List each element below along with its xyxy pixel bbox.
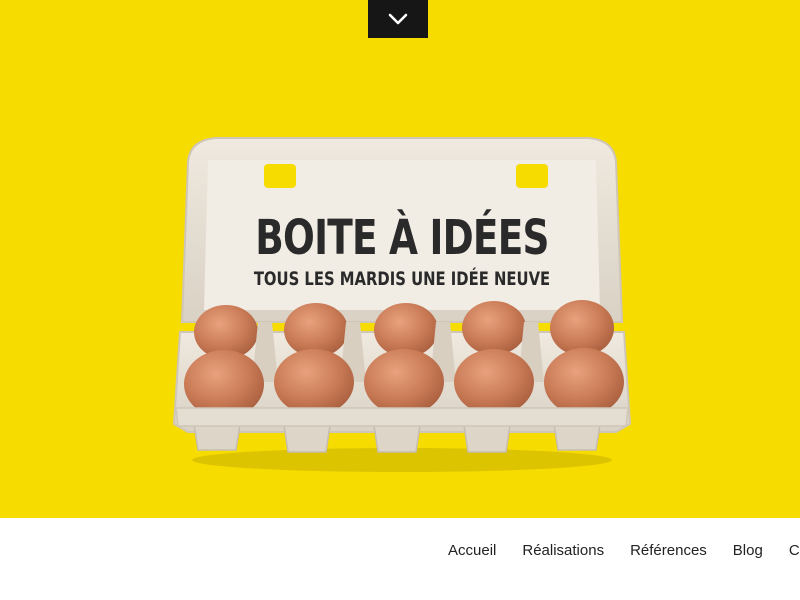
main-navigation-bar: Accueil Réalisations Références Blog C — [0, 518, 800, 600]
hero-banner: BOITE À IDÉES TOUS LES MARDIS UNE IDÉE N… — [0, 0, 800, 518]
nav-item-blog[interactable]: Blog — [733, 542, 763, 559]
nav-item-contact[interactable]: C — [789, 542, 800, 559]
hero-title: BOITE À IDÉES — [255, 210, 549, 266]
nav-menu: Accueil Réalisations Références Blog C — [448, 542, 800, 559]
scroll-down-button[interactable] — [368, 0, 428, 38]
nav-item-accueil[interactable]: Accueil — [448, 542, 496, 559]
egg-carton-image: BOITE À IDÉES TOUS LES MARDIS UNE IDÉE N… — [168, 132, 636, 472]
egg-carton-illustration — [172, 137, 632, 472]
nav-item-references[interactable]: Références — [630, 542, 707, 559]
nav-item-realisations[interactable]: Réalisations — [522, 542, 604, 559]
chevron-down-icon — [388, 13, 408, 25]
hero-subtitle: TOUS LES MARDIS UNE IDÉE NEUVE — [253, 268, 551, 290]
